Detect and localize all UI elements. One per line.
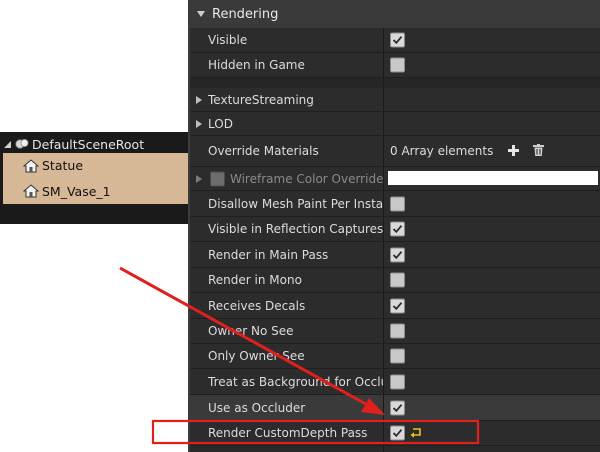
checkmark-icon [392, 36, 403, 45]
collapse-arrow-icon[interactable] [197, 11, 205, 17]
property-row-disallow-mesh-paint: Disallow Mesh Paint Per Instance [190, 191, 600, 217]
group-label: TextureStreaming [208, 92, 314, 107]
property-row-only-owner-see: Only Owner See [190, 344, 600, 369]
expand-arrow-icon[interactable] [196, 119, 202, 128]
property-label: Wireframe Color Override [230, 171, 384, 186]
property-label: Use as Occluder [208, 400, 306, 415]
tree-item-statue[interactable]: Statue [3, 153, 188, 178]
house-actor-icon [23, 184, 39, 198]
checkmark-icon [392, 225, 403, 234]
property-row-use-as-occluder: Use as Occluder [190, 395, 600, 421]
expand-arrow-icon[interactable] [196, 95, 202, 104]
property-row-receives-decals: Receives Decals [190, 293, 600, 319]
group-label: LOD [208, 116, 233, 131]
render-custom-depth-checkbox[interactable] [390, 425, 405, 441]
property-label: Render in Mono [208, 273, 302, 287]
checkmark-icon [392, 250, 403, 259]
reset-to-default-icon[interactable] [410, 428, 422, 438]
checkmark-icon [392, 429, 403, 438]
property-label: Owner No See [208, 324, 294, 338]
array-count-text: 0 Array elements [390, 144, 494, 158]
property-label: Render in Main Pass [208, 247, 329, 262]
property-row-visible: Visible [190, 28, 600, 53]
property-label: Treat as Background for Occlusion [208, 374, 384, 389]
category-header-rendering[interactable]: Rendering [190, 0, 600, 29]
row-partial [190, 446, 600, 452]
property-group-lod[interactable]: LOD [190, 112, 600, 136]
property-label: Hidden in Game [208, 58, 305, 72]
checkmark-icon [392, 301, 403, 310]
owner-no-see-checkbox[interactable] [390, 323, 405, 339]
property-row-treat-as-background: Treat as Background for Occlusion [190, 369, 600, 395]
scene-root-icon [15, 139, 29, 149]
wireframe-override-checkbox[interactable] [210, 171, 225, 186]
property-label: Receives Decals [208, 298, 306, 313]
expand-arrow-icon[interactable] [196, 174, 202, 183]
expand-arrow-icon[interactable] [4, 140, 11, 148]
visible-checkbox[interactable] [390, 32, 405, 48]
category-title: Rendering [212, 6, 279, 22]
tree-item-label: SM_Vase_1 [42, 183, 111, 199]
trash-icon[interactable] [533, 144, 544, 156]
scene-outliner: DefaultSceneRoot Statue SM_Vase_1 [0, 132, 188, 224]
property-row-render-in-mono: Render in Mono [190, 268, 600, 293]
property-label: Render CustomDepth Pass [208, 426, 368, 440]
treat-as-background-checkbox[interactable] [390, 374, 405, 389]
property-row-render-in-main-pass: Render in Main Pass [190, 242, 600, 268]
hidden-in-game-checkbox[interactable] [390, 57, 405, 73]
section-spacer [190, 78, 600, 88]
property-row-override-materials: Override Materials 0 Array elements [190, 136, 600, 167]
property-row-hidden-in-game: Hidden in Game [190, 53, 600, 78]
house-actor-icon [23, 158, 39, 172]
use-as-occluder-checkbox[interactable] [390, 400, 405, 415]
property-row-wireframe-color-override: Wireframe Color Override [190, 167, 600, 191]
only-owner-see-checkbox[interactable] [390, 348, 405, 364]
property-group-texture-streaming[interactable]: TextureStreaming [190, 88, 600, 112]
property-label: Override Materials [208, 144, 319, 158]
tree-item-sm-vase-1[interactable]: SM_Vase_1 [3, 178, 188, 204]
checkmark-icon [392, 403, 403, 412]
property-row-visible-in-reflection-captures: Visible in Reflection Captures [190, 217, 600, 242]
wireframe-color-swatch[interactable] [388, 171, 598, 185]
tree-item-default-scene-root[interactable]: DefaultSceneRoot [0, 133, 188, 155]
plus-icon[interactable] [508, 145, 519, 156]
details-panel: Rendering Visible Hidden in Game Texture… [188, 0, 600, 452]
render-in-main-pass-checkbox[interactable] [390, 247, 405, 262]
receives-decals-checkbox[interactable] [390, 298, 405, 313]
property-row-render-custom-depth-pass: Render CustomDepth Pass [190, 421, 600, 446]
property-label: Visible [208, 33, 248, 47]
property-label: Disallow Mesh Paint Per Instance [208, 196, 384, 211]
render-in-mono-checkbox[interactable] [390, 272, 405, 288]
disallow-mesh-paint-checkbox[interactable] [390, 196, 405, 211]
property-label: Visible in Reflection Captures [208, 222, 384, 236]
tree-item-label: Statue [42, 158, 84, 173]
property-row-owner-no-see: Owner No See [190, 319, 600, 344]
visible-in-reflection-checkbox[interactable] [390, 221, 405, 237]
property-label: Only Owner See [208, 349, 305, 363]
tree-item-label: DefaultSceneRoot [32, 136, 145, 152]
